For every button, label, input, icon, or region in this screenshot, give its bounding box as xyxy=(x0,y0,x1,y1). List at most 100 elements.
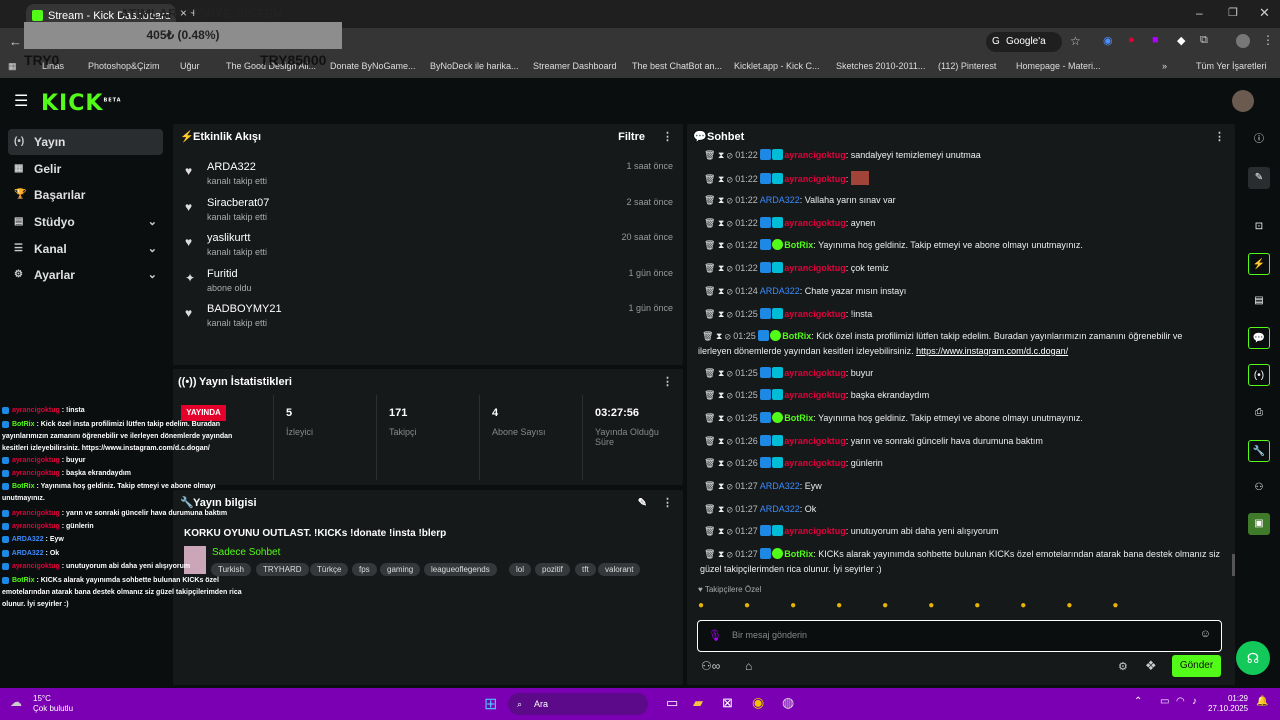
pin-icon[interactable]: 🗑 xyxy=(704,263,715,273)
emote-bar[interactable]: ●●●●●●●●●● xyxy=(698,600,1228,614)
notification-icon[interactable]: 🔔 xyxy=(1256,696,1268,707)
bookmark[interactable]: Uğur xyxy=(180,61,200,71)
ban-icon[interactable]: ⊘ xyxy=(727,309,733,319)
more-bookmarks-icon[interactable]: » xyxy=(1162,61,1167,71)
message-user[interactable]: ayrancigoktug xyxy=(784,526,846,536)
timeout-icon[interactable]: ⧗ xyxy=(718,174,724,184)
bookmark[interactable]: Streamer Dashboard xyxy=(533,61,617,71)
pin-icon[interactable]: 🗑 xyxy=(704,504,715,514)
message-user[interactable]: ayrancigoktug xyxy=(784,368,846,378)
printer-icon[interactable]: ⎙ xyxy=(1248,402,1270,424)
sidebar-item-yayin[interactable]: (•) Yayın xyxy=(8,129,163,155)
event-user[interactable]: Furitid xyxy=(207,268,238,280)
message-user[interactable]: ARDA322 xyxy=(760,286,800,296)
message-user[interactable]: BotRix xyxy=(784,549,813,559)
extension-icon[interactable]: ◉ xyxy=(1103,34,1113,47)
ban-icon[interactable]: ⊘ xyxy=(727,504,733,514)
bookmark[interactable]: The best ChatBot an... xyxy=(632,61,722,71)
more-icon[interactable]: ⋮ xyxy=(1214,124,1225,150)
pin-icon[interactable]: 🗑 xyxy=(704,240,715,250)
bookmark[interactable]: Kicklet.app - Kick C... xyxy=(734,61,820,71)
ban-icon[interactable]: ⊘ xyxy=(727,436,733,446)
message-user[interactable]: ayrancigoktug xyxy=(784,218,846,228)
ban-icon[interactable]: ⊘ xyxy=(727,174,733,184)
timeout-icon[interactable]: ⧗ xyxy=(718,436,724,446)
tag[interactable]: leagueoflegends xyxy=(424,563,497,576)
pin-icon[interactable]: 🗑 xyxy=(704,458,715,468)
tag[interactable]: valorant xyxy=(598,563,641,576)
event-user[interactable]: Siracberat07 xyxy=(207,197,269,209)
event-user[interactable]: BADBOYMY21 xyxy=(207,303,282,315)
ban-icon[interactable]: ⊘ xyxy=(727,413,733,423)
wifi-icon[interactable]: ◠ xyxy=(1176,696,1185,707)
volume-icon[interactable]: ♪ xyxy=(1192,696,1197,707)
more-icon[interactable]: ⋮ xyxy=(662,490,673,516)
event-user[interactable]: yaslikurtt xyxy=(207,232,250,244)
pin-icon[interactable]: 🗑 xyxy=(704,549,715,559)
more-icon[interactable]: ⋮ xyxy=(662,369,673,395)
tray-icon[interactable]: ▭ xyxy=(1160,696,1169,707)
hamburger-menu-icon[interactable]: ☰ xyxy=(14,91,28,111)
ban-icon[interactable]: ⊘ xyxy=(727,195,733,205)
chat-settings-icon[interactable]: ❖ xyxy=(1145,658,1157,674)
bookmark[interactable]: (112) Pinterest xyxy=(938,61,996,71)
more-icon[interactable]: ⋮ xyxy=(662,124,673,150)
extension-icon[interactable]: ■ xyxy=(1152,34,1159,46)
task-view-icon[interactable]: ▭ xyxy=(666,695,678,711)
event-user[interactable]: ARDA322 xyxy=(207,161,256,173)
sidebar-item-basarilar[interactable]: 🏆 Başarılar xyxy=(8,182,163,208)
ban-icon[interactable]: ⊘ xyxy=(727,458,733,468)
timeout-icon[interactable]: ⧗ xyxy=(718,309,724,319)
timeout-icon[interactable]: ⧗ xyxy=(718,390,724,400)
pin-icon[interactable]: 🗑 xyxy=(704,368,715,378)
store-icon[interactable]: ⌂ xyxy=(745,659,752,673)
clock-date[interactable]: 27.10.2025 xyxy=(1208,704,1248,713)
taskbar-search[interactable]: ⌕ Ara xyxy=(508,693,648,715)
menu-kebab-icon[interactable]: ⋮ xyxy=(1262,33,1274,47)
pin-icon[interactable]: 🗑 xyxy=(704,526,715,536)
emoji-icon[interactable]: ☺ xyxy=(1200,628,1211,640)
tag[interactable]: fps xyxy=(352,563,377,576)
kick-logo[interactable]: KICKBETA xyxy=(41,91,122,116)
kicks-icon[interactable]: ⚇ xyxy=(1248,477,1270,499)
timeout-icon[interactable]: ⧗ xyxy=(718,195,724,205)
tag[interactable]: pozitif xyxy=(535,563,570,576)
timeout-icon[interactable]: ⧗ xyxy=(718,458,724,468)
game-icon[interactable]: ▣ xyxy=(1248,513,1270,535)
tag[interactable]: TRYHARD xyxy=(256,563,309,576)
chat-input[interactable]: 🎙 Bir mesaj gönderin ☺ xyxy=(697,620,1222,652)
bookmark[interactable]: ByNoDeck ile harika... xyxy=(430,61,519,71)
tray-chevron-icon[interactable]: ⌃ xyxy=(1134,696,1142,707)
store-icon[interactable]: ⊠ xyxy=(722,695,733,711)
ban-icon[interactable]: ⊘ xyxy=(727,526,733,536)
message-user[interactable]: BotRix xyxy=(784,240,813,250)
puzzle-icon[interactable]: ⧉ xyxy=(1200,34,1208,47)
pin-icon[interactable]: 🗑 xyxy=(704,390,715,400)
bookmark[interactable]: Donate ByNoGame... xyxy=(330,61,416,71)
window-close-icon[interactable]: ✕ xyxy=(1259,5,1270,21)
message-user[interactable]: ARDA322 xyxy=(760,195,800,205)
timeout-icon[interactable]: ⧗ xyxy=(718,504,724,514)
pin-icon[interactable]: 🗑 xyxy=(704,481,715,491)
minimize-icon[interactable]: – xyxy=(1196,6,1203,20)
message-user[interactable]: ayrancigoktug xyxy=(784,309,846,319)
user-avatar[interactable] xyxy=(1232,90,1254,112)
timeout-icon[interactable]: ⧗ xyxy=(718,413,724,423)
tag[interactable]: lol xyxy=(509,563,532,576)
ban-icon[interactable]: ⊘ xyxy=(727,150,733,160)
sidebar-item-ayarlar[interactable]: ⚙ Ayarlar ⌄ xyxy=(8,262,163,288)
tag[interactable]: gaming xyxy=(380,563,421,576)
extension-icon[interactable]: ◆ xyxy=(1177,34,1185,47)
wrench-icon[interactable]: 🔧 xyxy=(1248,440,1270,462)
ban-icon[interactable]: ⊘ xyxy=(727,286,733,296)
kicks-icon[interactable]: ⚇∞ xyxy=(701,659,720,673)
all-bookmarks[interactable]: Tüm Yer İşaretleri xyxy=(1196,61,1267,71)
ban-icon[interactable]: ⊘ xyxy=(727,240,733,250)
pin-icon[interactable]: 🗑 xyxy=(704,218,715,228)
tag[interactable]: tft xyxy=(575,563,596,576)
document-icon[interactable]: ▤ xyxy=(1248,290,1270,312)
info-icon[interactable]: ⓘ xyxy=(1248,129,1270,151)
maximize-icon[interactable]: ❐ xyxy=(1228,6,1238,19)
back-icon[interactable]: ← xyxy=(9,34,22,49)
ban-icon[interactable]: ⊘ xyxy=(727,481,733,491)
